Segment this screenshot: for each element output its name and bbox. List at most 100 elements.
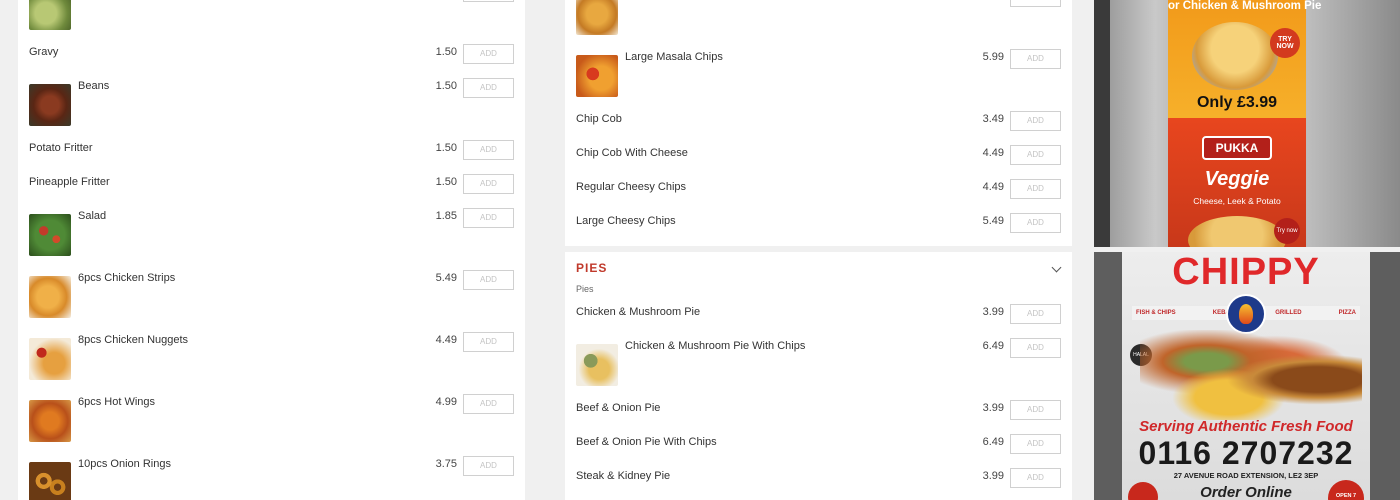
price-tag: Only £3.99 (1196, 94, 1278, 111)
tagline-item: GRILLED (1275, 310, 1302, 316)
hot-wings-thumbnail (29, 400, 71, 442)
menu-column-left: ADD Gravy 1.50 ADD Beans 1.50 ADD Potato… (18, 0, 525, 500)
add-button[interactable]: ADD (1010, 338, 1061, 358)
item-name: Large Masala Chips (625, 51, 723, 63)
menu-item: 10pcs Onion Rings 3.75 ADD (18, 452, 525, 500)
pie-image (1192, 22, 1278, 90)
pie-image-lower (1188, 216, 1286, 247)
chips-card: ADD Large Masala Chips 5.99 ADD Chip Cob… (565, 0, 1072, 246)
tagline-item: FISH & CHIPS (1136, 310, 1176, 316)
add-button[interactable]: ADD (463, 78, 514, 98)
add-button[interactable]: ADD (1010, 434, 1061, 454)
slogan: Serving Authentic Fresh Food (1139, 418, 1353, 435)
add-button[interactable]: ADD (1010, 111, 1061, 131)
item-price: 6.49 (982, 340, 1004, 352)
item-name: Chicken & Mushroom Pie (576, 306, 701, 318)
item-price: 6.49 (982, 436, 1004, 448)
item-price: 4.49 (435, 334, 457, 346)
item-price: 3.99 (982, 470, 1004, 482)
menu-item: Pineapple Fritter 1.50 ADD (18, 170, 525, 204)
add-button[interactable]: ADD (463, 140, 514, 160)
add-button[interactable]: ADD (1010, 468, 1061, 488)
ad-frame-edge (1094, 0, 1110, 247)
add-button[interactable]: ADD (463, 44, 514, 64)
item-price: 3.75 (435, 458, 457, 470)
item-thumbnail-cropped (29, 0, 71, 30)
flyer-paper: CHIPPY FISH & CHIPS KEBABS GRILLED PIZZA… (1122, 252, 1370, 500)
chicken-strips-thumbnail (29, 276, 71, 318)
menu-item: Large Cheesy Chips 5.49 ADD (565, 209, 1072, 243)
add-button[interactable]: ADD (1010, 0, 1061, 7)
chippy-flyer-ad: CHIPPY FISH & CHIPS KEBABS GRILLED PIZZA… (1094, 252, 1400, 500)
onion-rings-thumbnail (29, 462, 71, 500)
section-subtitle: Pies (576, 284, 594, 294)
add-button[interactable]: ADD (1010, 179, 1061, 199)
item-name: Regular Cheesy Chips (576, 181, 687, 193)
add-button[interactable]: ADD (463, 456, 514, 476)
tagline-item: PIZZA (1338, 310, 1356, 316)
item-price: 1.50 (435, 46, 457, 58)
add-button[interactable]: ADD (463, 394, 514, 414)
address: 27 AVENUE ROAD EXTENSION, LE2 3EP (1173, 471, 1319, 480)
item-name: Gravy (29, 46, 59, 58)
item-price: 1.50 (435, 80, 457, 92)
ad-poster-upper: or Chicken & Mushroom Pie TRY NOW Only £… (1168, 0, 1322, 118)
beans-thumbnail (29, 84, 71, 126)
item-name: Large Cheesy Chips (576, 215, 676, 227)
menu-item: 6pcs Chicken Strips 5.49 ADD (18, 266, 525, 328)
item-price: 4.49 (982, 147, 1004, 159)
menu-item: Gravy 1.50 ADD (18, 40, 525, 74)
item-price: 1.50 (435, 142, 457, 154)
try-now-badge-small: Try now (1274, 218, 1300, 244)
menu-item: Beans 1.50 ADD (18, 74, 525, 136)
add-button[interactable]: ADD (463, 332, 514, 352)
add-button[interactable]: ADD (463, 208, 514, 228)
menu-item: Chicken & Mushroom Pie With Chips 6.49 A… (565, 334, 1072, 396)
add-button[interactable]: ADD (463, 174, 514, 194)
menu-item: Steak & Kidney Pie 3.99 ADD (565, 464, 1072, 498)
item-name: Chip Cob (576, 113, 622, 125)
ad-poster-lower: PUKKA Veggie Cheese, Leek & Potato Try n… (1168, 118, 1306, 247)
item-price: 1.85 (435, 210, 457, 222)
add-button[interactable]: ADD (1010, 145, 1061, 165)
open-7-days-badge: OPEN 7 DAYS (1328, 480, 1364, 500)
item-name: 6pcs Hot Wings (78, 396, 156, 408)
flavour-desc: Cheese, Leek & Potato (1193, 196, 1281, 206)
pukka-logo: PUKKA (1202, 136, 1272, 160)
menu-item: Potato Fritter 1.50 ADD (18, 136, 525, 170)
item-price: 1.50 (435, 176, 457, 188)
chicken-nuggets-thumbnail (29, 338, 71, 380)
add-button[interactable]: ADD (1010, 213, 1061, 233)
chevron-down-icon[interactable] (1051, 262, 1062, 273)
try-now-badge: TRY NOW (1270, 28, 1300, 58)
add-button[interactable]: ADD (1010, 400, 1061, 420)
menu-item: Salad 1.85 ADD (18, 204, 525, 266)
salad-thumbnail (29, 214, 71, 256)
menu-item: Regular Cheesy Chips 4.49 ADD (565, 175, 1072, 209)
item-name: Beef & Onion Pie (576, 402, 661, 414)
item-price: 4.49 (982, 181, 1004, 193)
pukka-logo-text: PUKKA (1215, 141, 1259, 155)
add-button[interactable]: ADD (463, 0, 514, 2)
item-price: 3.49 (982, 113, 1004, 125)
item-price: 4.99 (435, 396, 457, 408)
menu-item: Beef & Onion Pie With Chips 6.49 ADD (565, 430, 1072, 464)
ad-headline: or Chicken & Mushroom Pie (1168, 0, 1322, 12)
pies-section: PIES Pies Chicken & Mushroom Pie 3.99 AD… (565, 252, 1072, 500)
flame-logo-icon (1226, 294, 1266, 334)
add-button[interactable]: ADD (1010, 304, 1061, 324)
food-collage-image (1140, 330, 1362, 420)
add-button[interactable]: ADD (1010, 49, 1061, 69)
item-price: 3.99 (982, 306, 1004, 318)
masala-chips-thumbnail (576, 55, 618, 97)
item-price: 5.49 (982, 215, 1004, 227)
item-name: 10pcs Onion Rings (78, 458, 171, 470)
pie-with-chips-thumbnail (576, 344, 618, 386)
add-button[interactable]: ADD (463, 270, 514, 290)
menu-item: Chip Cob With Cheese 4.49 ADD (565, 141, 1072, 175)
item-name: Pineapple Fritter (29, 176, 110, 188)
section-title[interactable]: PIES (576, 261, 607, 275)
item-name: 8pcs Chicken Nuggets (78, 334, 189, 346)
item-thumbnail-cropped (576, 0, 618, 35)
chippy-logo: CHIPPY (1172, 252, 1320, 293)
